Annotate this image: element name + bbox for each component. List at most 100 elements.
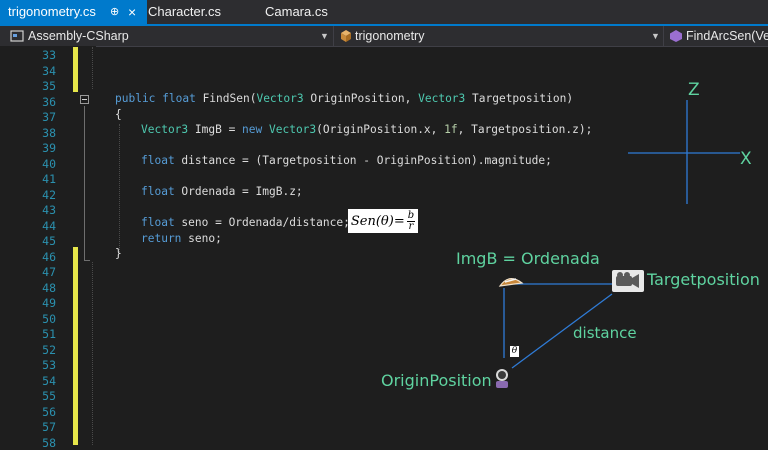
keyword: float <box>141 185 175 198</box>
line-number: 39 <box>42 141 56 155</box>
navigation-bar: Assembly-CSharp ▼ trigonometry ▼ FindArc… <box>0 26 768 47</box>
type-name: Vector3 <box>262 123 317 136</box>
line-number: 42 <box>42 187 56 202</box>
project-name: Assembly-CSharp <box>28 29 129 43</box>
line-number: 51 <box>42 327 56 341</box>
project-dropdown[interactable]: Assembly-CSharp ▼ <box>0 26 334 46</box>
keyword: float <box>141 216 175 229</box>
indent-guide <box>119 124 120 252</box>
code-line-38: Vector3 ImgB = new Vector3(OriginPositio… <box>141 123 592 137</box>
indent-guide <box>92 262 93 445</box>
line-number: 45 <box>42 234 56 248</box>
type-name: Vector3 <box>256 92 304 105</box>
indent-guide <box>92 47 93 89</box>
line-number: 55 <box>42 389 56 403</box>
outline-line <box>84 106 85 261</box>
method-icon <box>670 30 682 42</box>
code-text: seno = Ordenada/distance; <box>174 216 350 229</box>
tab-label: Character.cs <box>148 4 221 19</box>
sine-formula: Sen(θ)= b r <box>348 209 418 233</box>
change-marker <box>73 47 78 92</box>
imgb-label: ImgB = Ordenada <box>456 249 600 268</box>
keyword: public float <box>115 92 196 105</box>
line-number: 44 <box>42 218 56 233</box>
line-number: 49 <box>42 296 56 310</box>
line-number: 43 <box>42 203 56 217</box>
class-icon <box>341 30 351 42</box>
member-dropdown[interactable]: FindArcSen(Vecto <box>665 26 768 46</box>
keyword: new <box>242 123 263 136</box>
axis-x-label: X <box>740 149 752 169</box>
formula-numerator: b <box>406 209 416 222</box>
collapse-toggle[interactable] <box>80 95 89 104</box>
class-dropdown[interactable]: trigonometry ▼ <box>335 26 664 46</box>
number-literal: 1f <box>444 123 458 136</box>
chevron-down-icon: ▼ <box>320 31 329 41</box>
close-icon[interactable]: × <box>128 0 136 24</box>
parameter: Targetposition) <box>465 92 574 105</box>
line-number: 36 <box>42 94 56 109</box>
distance-label: distance <box>573 324 637 342</box>
line-number: 58 <box>42 435 56 450</box>
code-text: ImgB = <box>188 123 243 136</box>
line-number: 56 <box>42 404 56 419</box>
line-number: 50 <box>42 311 56 326</box>
code-line-42: float Ordenada = ImgB.z; <box>141 185 303 199</box>
line-number: 34 <box>42 63 56 78</box>
code-text: distance = (Targetposition - OriginPosit… <box>174 154 552 167</box>
axis-z-label: Z <box>688 80 700 100</box>
formula-denominator: r <box>408 220 414 232</box>
code-text: Ordenada = ImgB.z; <box>174 185 303 198</box>
tab-label: trigonometry.cs <box>8 4 96 19</box>
tab-character[interactable]: Character.cs <box>140 0 260 24</box>
tab-label: Camara.cs <box>265 4 328 19</box>
outline-end <box>84 260 90 261</box>
line-number: 53 <box>42 358 56 372</box>
target-label: Targetposition <box>647 270 760 289</box>
code-line-46: } <box>115 247 122 260</box>
line-number: 41 <box>42 172 56 186</box>
code-text: seno; <box>181 232 222 245</box>
imgb-marker-icon <box>498 278 524 287</box>
line-number: 37 <box>42 110 56 124</box>
camera-icon <box>612 270 644 292</box>
tab-camara[interactable]: Camara.cs <box>257 0 367 24</box>
chevron-down-icon: ▼ <box>651 31 660 41</box>
axes-diagram <box>628 100 740 204</box>
type-name: Vector3 <box>141 123 189 136</box>
type-name: Vector3 <box>418 92 466 105</box>
formula-fraction: b r <box>406 209 416 232</box>
code-line-37: { <box>115 108 122 121</box>
pin-icon[interactable]: ⊕ <box>110 0 119 24</box>
code-line-36: public float FindSen(Vector3 OriginPosit… <box>115 92 573 106</box>
origin-label: OriginPosition <box>381 371 492 390</box>
project-icon <box>10 30 24 42</box>
theta-label: θ <box>510 346 519 357</box>
line-number: 47 <box>42 265 56 279</box>
code-text: (OriginPosition.x, <box>316 123 445 136</box>
class-name: trigonometry <box>355 29 425 43</box>
document-tab-bar: trigonometry.cs ⊕ × Character.cs Camara.… <box>0 0 768 26</box>
tab-trigonometry[interactable]: trigonometry.cs ⊕ × <box>0 0 147 24</box>
code-line-40: float distance = (Targetposition - Origi… <box>141 154 552 168</box>
character-icon <box>496 369 508 388</box>
code-line-44: float seno = Ordenada/distance; <box>141 216 350 230</box>
keyword: return <box>141 232 182 245</box>
line-number: 46 <box>42 249 56 264</box>
method-name: FindSen( <box>195 92 257 105</box>
line-number: 54 <box>42 373 56 388</box>
code-line-45: return seno; <box>141 232 222 246</box>
line-number: 40 <box>42 156 56 171</box>
line-number: 57 <box>42 420 56 434</box>
line-number: 33 <box>42 48 56 62</box>
formula-lhs: Sen(θ)= <box>350 213 405 229</box>
code-text: , Targetposition.z); <box>457 123 593 136</box>
keyword: float <box>141 154 175 167</box>
line-number: 52 <box>42 342 56 357</box>
line-number: 48 <box>42 280 56 295</box>
change-marker <box>73 247 78 445</box>
line-number: 38 <box>42 125 56 140</box>
parameter: OriginPosition, <box>303 92 419 105</box>
editor-gutter: 33 34 35 36 37 38 39 40 41 42 43 44 45 4… <box>0 46 96 450</box>
member-name: FindArcSen(Vecto <box>686 29 768 43</box>
